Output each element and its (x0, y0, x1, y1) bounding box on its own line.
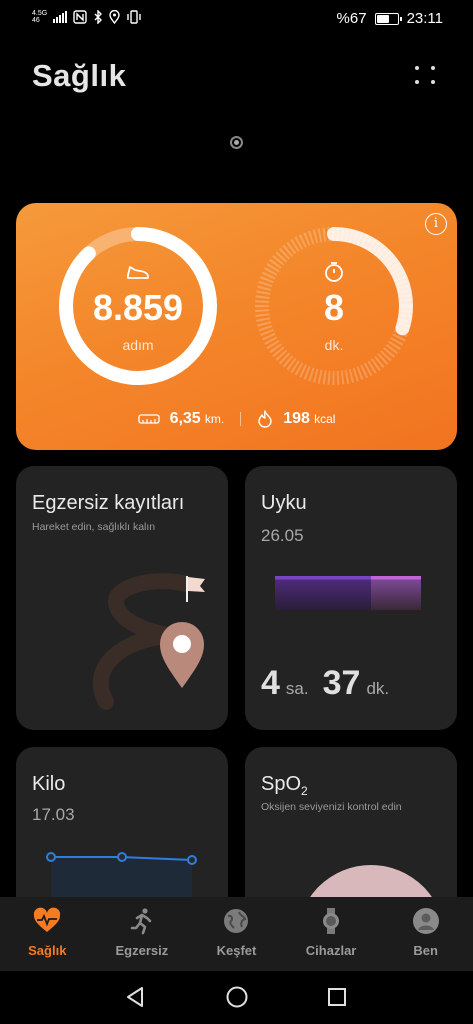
clock: 23:11 (406, 10, 443, 27)
stopwatch-icon (325, 262, 343, 282)
nav-label: Sağlık (28, 943, 67, 958)
vibrate-icon (127, 10, 141, 24)
nav-label: Cihazlar (305, 943, 357, 958)
light-sleep-bar (371, 576, 421, 610)
battery-percent: %67 (336, 10, 367, 27)
spo2-card-title: SpO2 (261, 773, 308, 798)
status-bar: 4.5G 46 %67 23:11 (0, 0, 473, 40)
more-options-icon[interactable] (412, 64, 438, 90)
sleep-card-title: Uyku (261, 492, 307, 514)
network-type-label: 4.5G (32, 10, 48, 17)
bottom-nav: Sağlık Egzersiz Keşfet Cihazlar Ben (0, 897, 473, 971)
weight-point (46, 852, 56, 862)
profile-icon (412, 908, 439, 934)
weight-point (117, 852, 127, 862)
back-icon[interactable] (124, 985, 148, 1009)
recents-icon[interactable] (325, 985, 349, 1009)
flag-icon (186, 576, 205, 602)
flame-icon (258, 410, 272, 428)
distance-unit: km. (204, 412, 225, 426)
watch-icon (323, 908, 340, 934)
network-type: 4.5G 46 (32, 10, 47, 24)
home-icon[interactable] (225, 985, 249, 1009)
activity-card[interactable]: i 8.859 adım 8 dk. 6,35 km. 198 kcal (16, 203, 457, 450)
calories-value: 198 (283, 410, 310, 427)
map-pin-icon (160, 622, 204, 688)
ruler-icon (137, 414, 160, 424)
system-navigation-bar (0, 971, 473, 1024)
status-icons-left: 4.5G 46 (32, 10, 142, 24)
location-icon (109, 10, 120, 24)
sleep-hours: 4 (261, 664, 280, 702)
shoe-icon (127, 266, 149, 279)
minutes-value: 8 (323, 287, 345, 328)
nav-item-ben[interactable]: Ben (378, 897, 473, 971)
spo2-title-subscript: 2 (301, 784, 308, 798)
running-icon (130, 908, 152, 935)
distance-value: 6,35 (169, 410, 201, 427)
nav-item-saglik[interactable]: Sağlık (0, 897, 95, 971)
nfc-icon (73, 10, 87, 24)
sleep-card[interactable]: Uyku 26.05 4 sa. 37 dk. (245, 466, 457, 730)
activity-stats: 6,35 km. 198 kcal (16, 410, 457, 428)
steps-value: 8.859 (92, 287, 184, 328)
heart-pulse-icon (34, 907, 61, 932)
deep-sleep-bar (275, 576, 371, 610)
steps-unit: adım (122, 337, 154, 353)
minutes-unit: dk. (324, 337, 344, 353)
weight-point (187, 855, 197, 865)
sleep-card-date: 26.05 (261, 526, 304, 545)
page-title: Sağlık (32, 58, 127, 93)
network-subtype-label: 46 (32, 17, 40, 24)
nav-label: Egzersiz (115, 943, 169, 958)
workout-card[interactable]: Egzersiz kayıtları Hareket edin, sağlıkl… (16, 466, 228, 730)
bluetooth-icon (94, 10, 103, 24)
battery-icon (374, 12, 402, 25)
calories-unit: kcal (314, 412, 336, 426)
nav-label: Keşfet (216, 943, 257, 958)
sleep-hours-unit: sa. (285, 679, 309, 698)
nav-item-kesfet[interactable]: Keşfet (189, 897, 284, 971)
route-illustration (92, 573, 205, 710)
nav-item-egzersiz[interactable]: Egzersiz (95, 897, 190, 971)
spo2-title-text: SpO (261, 773, 302, 795)
sleep-minutes-unit: dk. (366, 679, 390, 698)
sleep-duration: 4 sa. 37 dk. (261, 664, 397, 703)
page-indicator (230, 136, 243, 149)
spo2-card-subtitle: Oksijen seviyenizi kontrol edin (261, 801, 402, 813)
status-icons-right: %67 23:11 (337, 10, 443, 27)
globe-icon (224, 909, 249, 933)
nav-item-cihazlar[interactable]: Cihazlar (284, 897, 379, 971)
nav-label: Ben (413, 943, 438, 958)
stats-divider (240, 412, 242, 426)
signal-icon (53, 11, 68, 23)
sleep-minutes: 37 (322, 664, 361, 702)
